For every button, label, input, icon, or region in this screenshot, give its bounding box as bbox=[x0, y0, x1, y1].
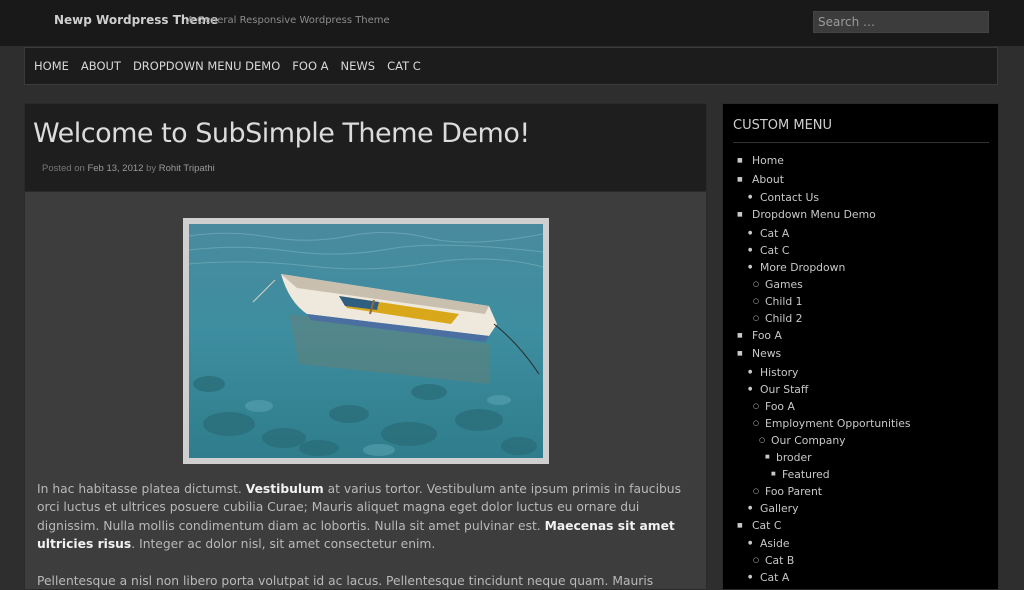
menu-item-employment-opportunities[interactable]: Employment Opportunities bbox=[733, 415, 989, 432]
menu-item-cat-a[interactable]: Cat A bbox=[733, 225, 989, 242]
nav-item-about[interactable]: ABOUT bbox=[81, 59, 121, 73]
post-content: In hac habitasse platea dictumst. Vestib… bbox=[37, 480, 697, 589]
post-header: Welcome to SubSimple Theme Demo! Posted … bbox=[25, 104, 706, 192]
menu-item-more-dropdown[interactable]: More Dropdown bbox=[733, 259, 989, 276]
post-meta-posted: Posted on bbox=[42, 163, 85, 174]
nav-item-cat-c[interactable]: CAT C bbox=[387, 59, 421, 73]
search-input[interactable] bbox=[813, 11, 989, 33]
menu-item-cat-b[interactable]: Cat B bbox=[733, 552, 989, 569]
sidebar: CUSTOM MENU HomeAboutContact UsDropdown … bbox=[722, 103, 999, 590]
menu-item-child-2[interactable]: Child 2 bbox=[733, 310, 989, 327]
custom-menu: HomeAboutContact UsDropdown Menu DemoCat… bbox=[733, 152, 989, 586]
site-header: Newp Wordpress Theme A General Responsiv… bbox=[0, 0, 1024, 46]
menu-item-cat-c[interactable]: Cat C bbox=[733, 517, 989, 536]
post-featured-image bbox=[183, 218, 549, 464]
menu-item-our-staff[interactable]: Our Staff bbox=[733, 381, 989, 398]
boat-on-clear-water-image bbox=[189, 224, 543, 458]
menu-item-foo-parent[interactable]: Foo Parent bbox=[733, 483, 989, 500]
menu-item-foo-a[interactable]: Foo A bbox=[733, 398, 989, 415]
site-description: A General Responsive Wordpress Theme bbox=[187, 15, 390, 26]
menu-item-contact-us[interactable]: Contact Us bbox=[733, 189, 989, 206]
menu-item-our-company[interactable]: Our Company bbox=[733, 432, 989, 449]
post-paragraph: Pellentesque a nisl non libero porta vol… bbox=[37, 573, 654, 588]
menu-item-aside[interactable]: Aside bbox=[733, 535, 989, 552]
post-meta: Posted on Feb 13, 2012 by Rohit Tripathi bbox=[42, 163, 706, 174]
menu-item-foo-a[interactable]: Foo A bbox=[733, 327, 989, 346]
nav-item-dropdown-menu-demo[interactable]: DROPDOWN MENU DEMO bbox=[133, 59, 280, 73]
post-title[interactable]: Welcome to SubSimple Theme Demo! bbox=[33, 118, 706, 149]
menu-item-featured[interactable]: Featured bbox=[733, 466, 989, 483]
menu-item-gallery[interactable]: Gallery bbox=[733, 500, 989, 517]
menu-item-cat-c[interactable]: Cat C bbox=[733, 242, 989, 259]
menu-item-dropdown-menu-demo[interactable]: Dropdown Menu Demo bbox=[733, 206, 989, 225]
sidebar-heading: CUSTOM MENU bbox=[733, 118, 989, 143]
nav-item-news[interactable]: NEWS bbox=[341, 59, 376, 73]
post-paragraph: In hac habitasse platea dictumst. Vestib… bbox=[37, 480, 697, 554]
post-article: Welcome to SubSimple Theme Demo! Posted … bbox=[24, 103, 707, 590]
post-date[interactable]: Feb 13, 2012 bbox=[87, 163, 143, 174]
main-navigation: HOME ABOUT DROPDOWN MENU DEMO FOO A NEWS… bbox=[24, 47, 998, 85]
menu-item-history[interactable]: History bbox=[733, 364, 989, 381]
nav-list: HOME ABOUT DROPDOWN MENU DEMO FOO A NEWS… bbox=[25, 48, 997, 84]
post-author[interactable]: Rohit Tripathi bbox=[159, 163, 215, 174]
bold-text: Vestibulum bbox=[245, 482, 324, 496]
menu-item-about[interactable]: About bbox=[733, 171, 989, 190]
paragraph-text: In hac habitasse platea dictumst. bbox=[37, 482, 246, 496]
post-meta-by: by bbox=[146, 163, 157, 174]
menu-item-home[interactable]: Home bbox=[733, 152, 989, 171]
paragraph-text: . Integer ac dolor nisl, sit amet consec… bbox=[131, 537, 436, 552]
menu-item-cat-a[interactable]: Cat A bbox=[733, 569, 989, 586]
nav-item-foo-a[interactable]: FOO A bbox=[292, 59, 328, 73]
menu-item-child-1[interactable]: Child 1 bbox=[733, 293, 989, 310]
menu-item-broder[interactable]: broder bbox=[733, 449, 989, 466]
menu-item-games[interactable]: Games bbox=[733, 276, 989, 293]
menu-item-news[interactable]: News bbox=[733, 345, 989, 364]
nav-item-home[interactable]: HOME bbox=[34, 59, 69, 73]
